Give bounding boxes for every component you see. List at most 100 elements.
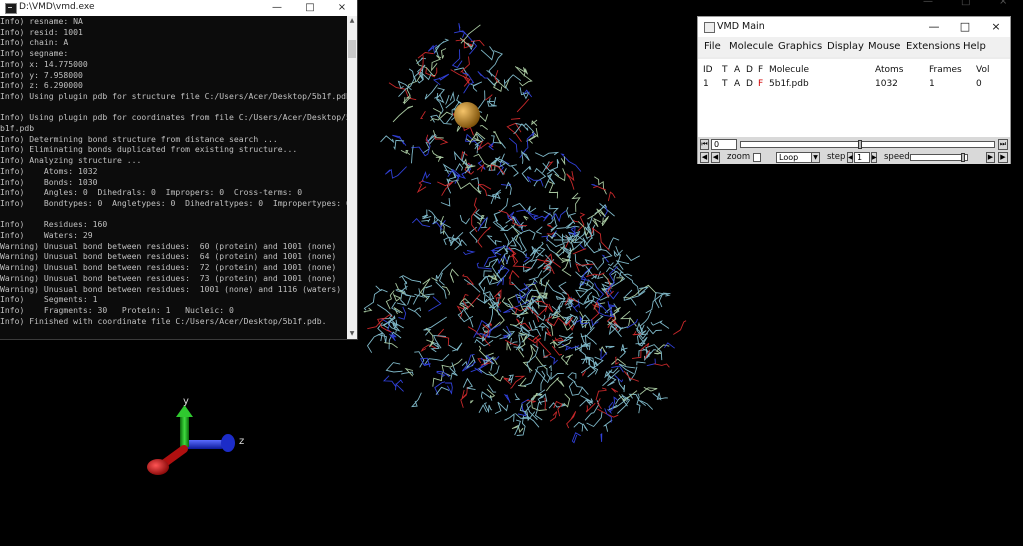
bond-segment (528, 270, 543, 281)
cell-id[interactable]: 1 (703, 79, 709, 89)
gl-maximize-button[interactable]: □ (961, 0, 970, 7)
col-a[interactable]: A (734, 65, 740, 75)
bond-segment (636, 361, 646, 366)
bond-segment (380, 135, 395, 144)
col-vol[interactable]: Vol (976, 65, 989, 75)
bond-segment (556, 220, 580, 230)
bond-segment (449, 268, 459, 283)
speed-slider-knob[interactable] (961, 153, 966, 162)
goto-start-icon[interactable]: ⏮ (700, 139, 709, 150)
menu-file[interactable]: File (704, 41, 721, 52)
bond-segment (495, 153, 517, 167)
bond-segment (567, 372, 577, 383)
cell-drawn[interactable]: D (746, 79, 753, 89)
bond-segment (616, 277, 624, 282)
loop-dropdown-icon[interactable]: ▼ (811, 152, 820, 163)
col-d[interactable]: D (746, 65, 753, 75)
gl-minimize-button[interactable]: — (923, 0, 933, 7)
menu-help[interactable]: Help (963, 41, 986, 52)
molecule-list[interactable]: ID T A D F Molecule Atoms Frames Vol 1 T… (698, 59, 1010, 137)
bond-segment (580, 357, 591, 374)
bond-segment (421, 218, 431, 223)
console-close-button[interactable]: × (327, 0, 357, 16)
col-t[interactable]: T (722, 65, 728, 75)
menu-extensions[interactable]: Extensions (906, 41, 960, 52)
bond-segment (549, 355, 559, 366)
bond-segment (523, 215, 529, 221)
bond-segment (635, 335, 646, 345)
col-frames[interactable]: Frames (929, 65, 962, 75)
speed-slider[interactable] (910, 154, 968, 161)
goto-end-icon[interactable]: ⏭ (998, 139, 1008, 150)
scroll-up-icon[interactable]: ▲ (347, 16, 357, 26)
bond-segment (586, 411, 603, 428)
step-back-icon[interactable]: ◀ (711, 152, 720, 163)
bond-segment (619, 344, 626, 359)
bond-segment (605, 345, 615, 349)
col-id[interactable]: ID (703, 65, 713, 75)
step-label: step (827, 152, 846, 162)
bond-segment (516, 98, 530, 113)
vmd-minimize-button[interactable]: — (919, 17, 949, 37)
scroll-thumb[interactable] (348, 40, 356, 58)
bond-segment (462, 72, 475, 94)
step-increment-icon[interactable]: ▶ (871, 152, 877, 163)
bond-segment (470, 399, 474, 404)
bond-segment (553, 337, 565, 342)
cell-active[interactable]: A (734, 79, 740, 89)
step-input[interactable]: 1 (854, 152, 870, 163)
vmd-maximize-button[interactable]: □ (950, 17, 980, 37)
play-forward-icon[interactable]: ▶ (998, 152, 1008, 163)
frame-slider[interactable] (740, 141, 995, 148)
cell-molecule[interactable]: 5b1f.pdb (769, 79, 809, 89)
play-reverse-icon[interactable]: ◀ (700, 152, 709, 163)
console-maximize-button[interactable]: □ (295, 0, 325, 16)
ion-sphere[interactable] (454, 102, 480, 128)
bond-segment (575, 263, 596, 273)
bond-segment (414, 351, 425, 368)
menu-molecule[interactable]: Molecule (729, 41, 773, 52)
frame-slider-knob[interactable] (857, 140, 862, 149)
console-titlebar[interactable]: D:\VMD\vmd.exe — □ × (0, 0, 357, 16)
bond-segment (546, 368, 551, 384)
bond-segment (571, 432, 581, 444)
bond-segment (474, 144, 479, 154)
bond-segment (544, 173, 556, 189)
menu-display[interactable]: Display (827, 41, 864, 52)
console-window[interactable]: D:\VMD\vmd.exe — □ × Info) resname: NA I… (0, 0, 358, 340)
bond-segment (625, 254, 641, 262)
vmd-main-window[interactable]: VMD Main — □ × File Molecule Graphics Di… (697, 16, 1011, 164)
console-scrollbar[interactable]: ▲ ▼ (347, 16, 357, 339)
col-atoms[interactable]: Atoms (875, 65, 904, 75)
bond-segment (414, 307, 421, 312)
scroll-down-icon[interactable]: ▼ (347, 329, 357, 339)
step-decrement-icon[interactable]: ◀ (847, 152, 853, 163)
frame-input[interactable]: 0 (711, 139, 737, 150)
bond-segment (428, 296, 442, 312)
bond-segment (623, 284, 657, 299)
bond-segment (571, 192, 581, 212)
bond-segment (445, 94, 450, 105)
console-output[interactable]: Info) resname: NA Info) resid: 1001 Info… (0, 16, 347, 339)
bond-segment (611, 387, 619, 393)
menu-graphics[interactable]: Graphics (778, 41, 822, 52)
gl-close-button[interactable]: × (999, 0, 1007, 7)
cell-fixed[interactable]: F (758, 79, 763, 89)
z-axis-head (221, 434, 235, 452)
bond-segment (639, 386, 658, 395)
vmd-main-titlebar[interactable]: VMD Main — □ × (698, 17, 1010, 37)
bond-segment (407, 307, 422, 318)
bond-segment (614, 356, 620, 365)
bond-segment (433, 73, 450, 86)
col-f[interactable]: F (758, 65, 763, 75)
bond-segment (384, 342, 398, 349)
vmd-close-button[interactable]: × (981, 17, 1011, 37)
console-minimize-button[interactable]: — (262, 0, 292, 16)
step-forward-icon[interactable]: ▶ (986, 152, 995, 163)
cell-top[interactable]: T (722, 79, 728, 89)
bond-segment (636, 286, 650, 296)
bond-segment (441, 48, 447, 59)
menu-mouse[interactable]: Mouse (868, 41, 900, 52)
zoom-checkbox[interactable] (753, 153, 761, 162)
col-molecule[interactable]: Molecule (769, 65, 809, 75)
